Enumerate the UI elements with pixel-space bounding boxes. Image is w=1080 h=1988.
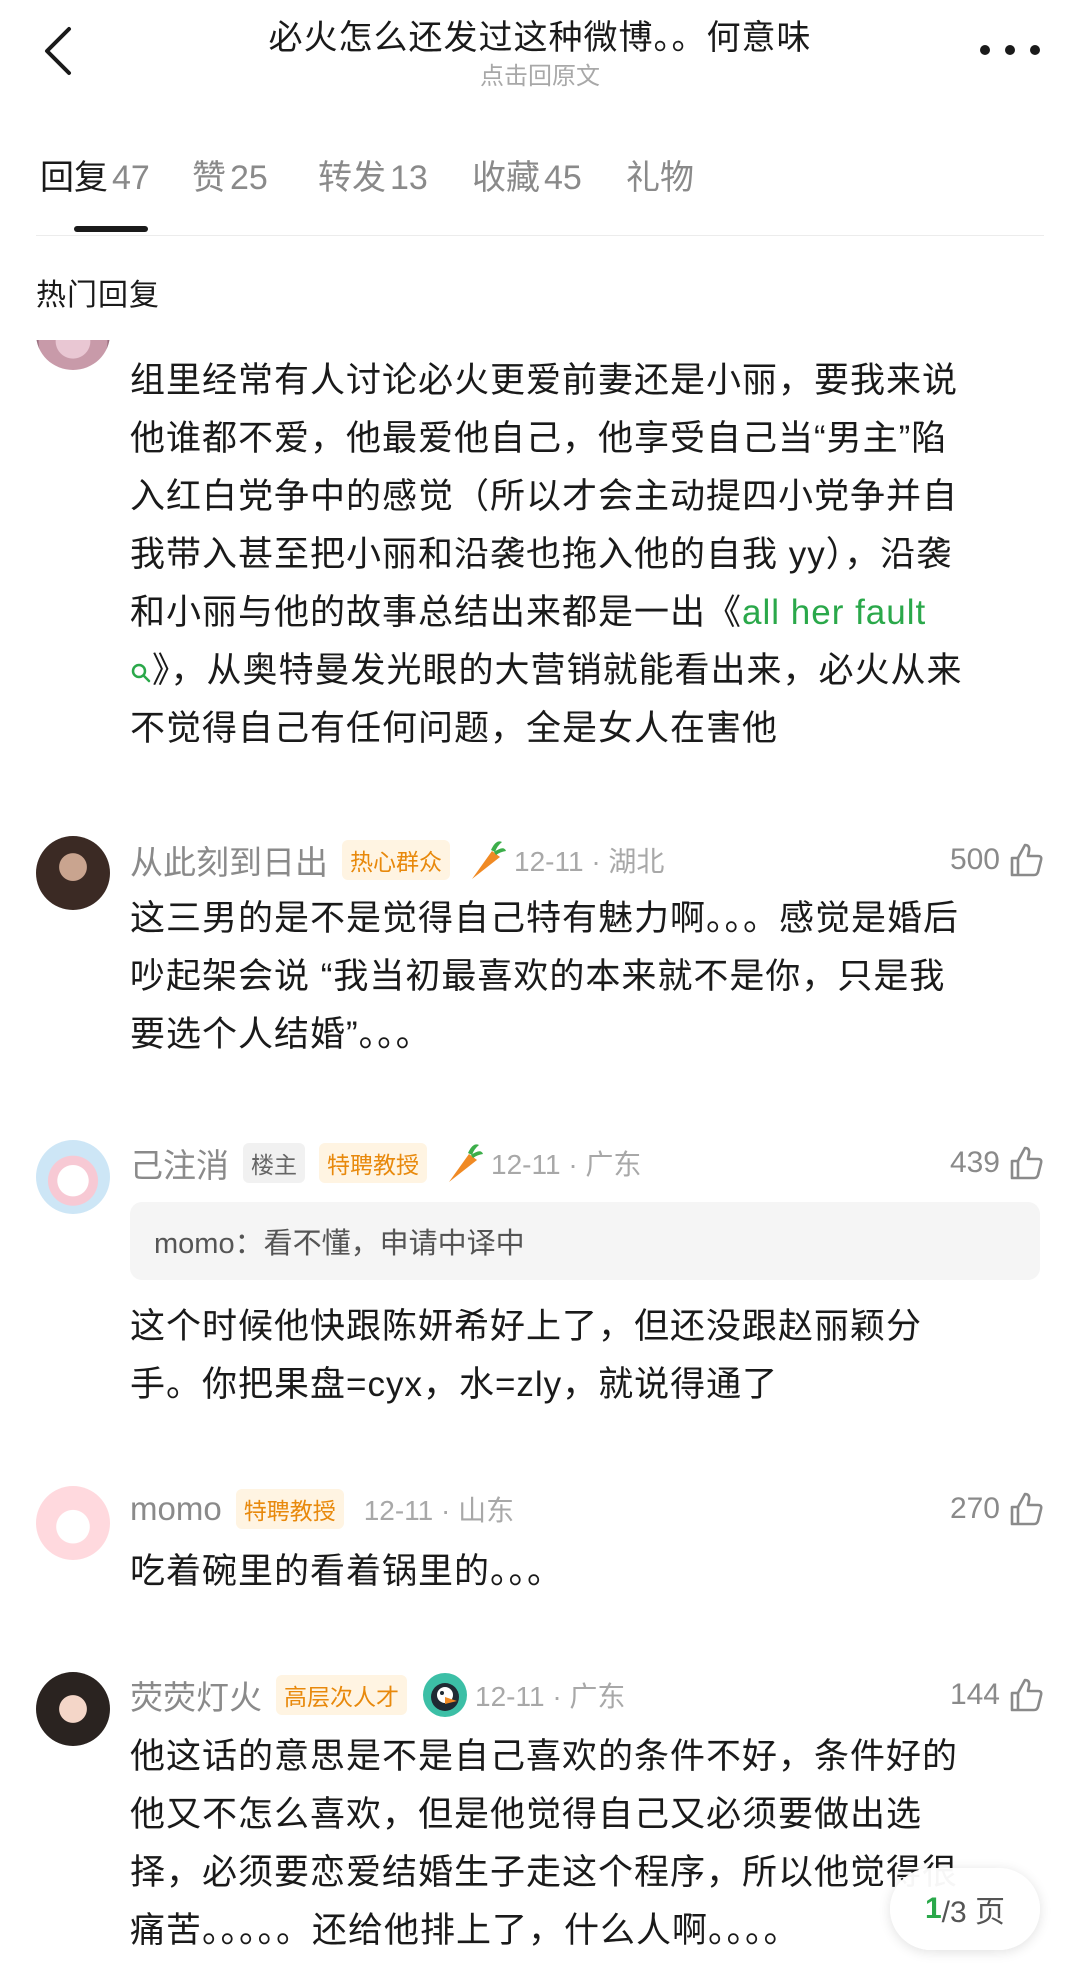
comment-body: 这三男的是不是觉得自己特有魅力啊。。。感觉是婚后 吵起架会说 “我当初最喜欢的本… — [130, 890, 1040, 1064]
user-badge: 热心群众 — [342, 840, 450, 880]
tab-count: 47 — [112, 159, 150, 197]
comment-line: 组里经常有人讨论必火更爱前妻还是小丽，要我来说 — [130, 361, 959, 400]
username[interactable]: 荧荧灯火 — [130, 1671, 262, 1719]
like-count: 270 — [949, 1492, 1000, 1525]
comment-line: 不觉得自己有任何问题，全是女人在害他 — [130, 709, 779, 748]
comment-meta: momo 特聘教授 12-11 · 山东 270 — [130, 1484, 1044, 1534]
comment-meta: 己注消 楼主 特聘教授 12-11 · 广东 439 — [130, 1138, 1044, 1188]
avatar[interactable] — [36, 836, 110, 910]
comment-line: 他谁都不爱，他最爱他自己，他享受自己当“男主”陷 — [130, 419, 948, 458]
search-link[interactable]: all her fault — [742, 593, 926, 632]
user-badge: 特聘教授 — [319, 1143, 427, 1183]
thumbs-up-icon — [1010, 1146, 1043, 1180]
comment-text: 和小丽与他的故事总结出来都是一出《 — [130, 593, 743, 632]
username[interactable]: momo — [130, 1490, 222, 1528]
current-page: 1 — [924, 1892, 942, 1925]
more-button[interactable] — [980, 30, 1040, 70]
comment-time-location: 12-11 · 山东 — [363, 1495, 515, 1526]
comment-line: 手。你把果盘=cyx，水=zly，就说得通了 — [130, 1365, 779, 1404]
comment-line: 他这话的意思是不是自己喜欢的条件不好，条件好的 — [130, 1737, 959, 1776]
quoted-reply[interactable]: momo：看不懂，申请中译中 — [130, 1202, 1040, 1280]
like-button[interactable]: 270 — [950, 1484, 1044, 1534]
comment-body: 这个时候他快跟陈妍希好上了，但还没跟赵丽颖分 手。你把果盘=cyx，水=zly，… — [130, 1298, 1040, 1414]
comment-line: 他又不怎么喜欢，但是他觉得自己又必须要做出选 — [130, 1795, 923, 1834]
thumbs-up-icon — [1010, 1678, 1043, 1712]
comment-body: 吃着碗里的看着锅里的。。。 — [130, 1543, 1040, 1601]
tab-count: 13 — [390, 159, 428, 197]
tab-likes[interactable]: 赞 25 — [192, 150, 268, 210]
hot-replies-heading: 热门回复 — [36, 279, 160, 312]
like-button[interactable]: 439 — [950, 1138, 1044, 1188]
like-count: 500 — [949, 843, 1000, 876]
tab-replies[interactable]: 回复 47 — [40, 150, 150, 210]
tab-label: 礼物 — [626, 159, 694, 197]
like-count: 144 — [949, 1678, 1000, 1711]
tab-label: 转发 — [318, 159, 386, 197]
back-to-original-link[interactable]: 点击回原文 — [160, 56, 920, 91]
active-tab-indicator — [74, 226, 148, 232]
username[interactable]: 从此刻到日出 — [130, 836, 328, 884]
avatar[interactable] — [36, 1672, 110, 1746]
like-button[interactable]: 144 — [950, 1670, 1044, 1720]
owner-badge: 楼主 — [243, 1143, 305, 1183]
tab-label: 收藏 — [472, 159, 540, 197]
top-bar: 必火怎么还发过这种微博。。何意味 点击回原文 — [0, 0, 1080, 110]
comment-line: 要选个人结婚”。。。 — [130, 1015, 432, 1054]
user-badge: 特聘教授 — [235, 1489, 344, 1529]
tab-reposts[interactable]: 转发 13 — [318, 150, 428, 210]
comment-line: 吃着碗里的看着锅里的。。。 — [130, 1552, 564, 1591]
page-title[interactable]: 必火怎么还发过这种微博。。何意味 — [160, 10, 920, 59]
comment-line: 我带入甚至把小丽和沿袭也拖入他的自我 yy），沿袭 — [130, 535, 953, 574]
comment-time-location: 12-11 · 广东 — [475, 1681, 626, 1712]
avatar[interactable] — [36, 1486, 110, 1560]
tab-count: 45 — [544, 159, 582, 197]
page-indicator[interactable]: 1/3 页 — [890, 1868, 1040, 1950]
tab-bar: 回复 47 赞 25 转发 13 收藏 45 礼物 — [36, 150, 1044, 236]
total-pages: /3 页 — [941, 1896, 1006, 1929]
comment-meta: 荧荧灯火 高层次人才 12-11 · 广东 144 — [130, 1670, 1044, 1720]
puffin-badge-icon — [423, 1673, 467, 1717]
comment-time-location: 12-11 · 湖北 — [514, 846, 665, 877]
avatar[interactable] — [36, 1140, 110, 1214]
tab-gifts[interactable]: 礼物 — [626, 150, 694, 210]
comment-meta: 从此刻到日出 热心群众 12-11 · 湖北 500 — [130, 835, 1044, 885]
chevron-left-icon — [45, 27, 71, 75]
comment-line: 这三男的是不是觉得自己特有魅力啊。。。感觉是婚后 — [130, 899, 960, 938]
tab-favorites[interactable]: 收藏 45 — [472, 150, 582, 210]
user-badge: 高层次人才 — [276, 1675, 407, 1715]
back-button[interactable] — [30, 16, 86, 86]
search-icon[interactable] — [130, 662, 152, 684]
more-dot — [1030, 45, 1040, 55]
thumbs-up-icon — [1010, 843, 1043, 877]
like-button[interactable]: 500 — [950, 835, 1044, 885]
comment-line: 和小丽与他的故事总结出来都是一出《all her fault — [130, 584, 1040, 642]
comment-time-location: 12-11 · 广东 — [491, 1149, 642, 1180]
comment-body: 组里经常有人讨论必火更爱前妻还是小丽，要我来说 他谁都不爱，他最爱他自己，他享受… — [130, 352, 1040, 758]
tab-count: 25 — [230, 159, 268, 197]
comment-line: 这个时候他快跟陈妍希好上了，但还没跟赵丽颖分 — [130, 1307, 923, 1346]
comment-text: 》，从奥特曼发光眼的大营销就能看出来，必火从来 — [152, 651, 963, 690]
carrot-icon — [449, 1144, 483, 1182]
thumbs-up-icon — [1010, 1492, 1043, 1526]
tab-label: 回复 — [40, 159, 108, 197]
comment-line: 吵起架会说 “我当初最喜欢的本来就不是你，只是我 — [130, 957, 946, 996]
like-count: 439 — [949, 1146, 1000, 1179]
username[interactable]: 己注消 — [130, 1139, 229, 1187]
tab-label: 赞 — [192, 159, 226, 197]
comment-line: 入红白党争中的感觉（所以才会主动提四小党争并自 — [130, 477, 959, 516]
comment-line: 》，从奥特曼发光眼的大营销就能看出来，必火从来 — [130, 642, 1040, 700]
carrot-icon — [472, 841, 506, 879]
more-dot — [980, 45, 990, 55]
more-dot — [1005, 45, 1015, 55]
